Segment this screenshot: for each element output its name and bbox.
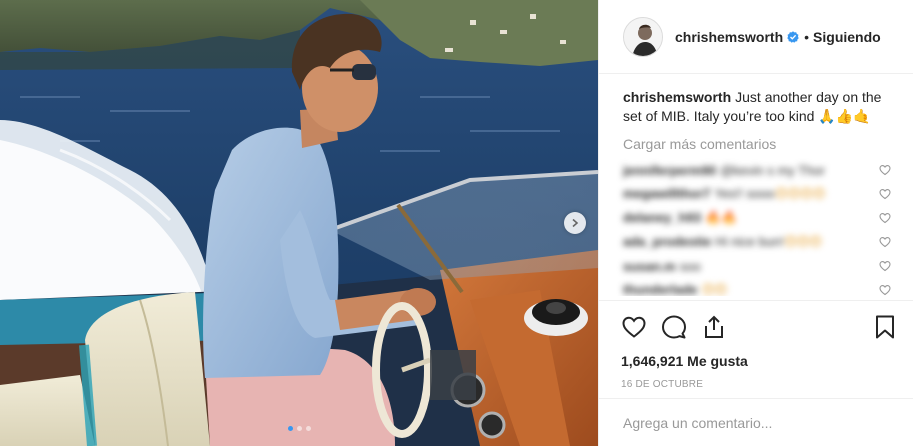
comment-row: delaney_h93 🔥🔥	[623, 206, 897, 230]
comment-text: ada_prodestie Hi nice bun!😍😍😍	[623, 234, 822, 249]
post-actions: 1,646,921 Me gusta 16 DE OCTUBRE	[599, 300, 913, 390]
following-button[interactable]: Siguiendo	[813, 29, 881, 45]
post-caption: chrishemsworth Just another day on the se…	[623, 88, 897, 126]
comment-row: megawillthor7 Yes!! sooo😍😍😍😍	[623, 182, 897, 206]
heart-icon[interactable]	[879, 284, 891, 296]
comment-text: jenniferperm90 @kevin s my Thor	[623, 162, 825, 178]
heart-icon[interactable]	[879, 236, 891, 248]
comment-text: delaney_h93 🔥🔥	[623, 210, 738, 225]
caption-username[interactable]: chrishemsworth	[623, 89, 731, 105]
comment-bubble-icon	[662, 315, 686, 339]
carousel-next-button[interactable]	[564, 212, 586, 234]
comment-row: thunderlade 😍😍	[623, 278, 897, 296]
post-side-panel: chrishemsworth • Siguiendo chrishemswort…	[598, 0, 913, 446]
carousel-dot	[305, 426, 311, 431]
post-header: chrishemsworth • Siguiendo	[599, 0, 913, 74]
comment-list: jenniferperm90 @kevin s my Thor megawillt…	[623, 158, 897, 296]
comment-row: jenniferperm90 @kevin s my Thor	[623, 158, 897, 182]
instagram-post: chrishemsworth • Siguiendo chrishemswort…	[0, 0, 913, 446]
like-button[interactable]	[621, 314, 647, 340]
header-separator: •	[804, 28, 810, 45]
heart-icon[interactable]	[879, 164, 891, 176]
action-icons	[621, 313, 898, 341]
comment-text: megawillthor7 Yes!! sooo😍😍😍😍	[623, 186, 826, 201]
comment-input[interactable]	[623, 414, 898, 431]
carousel-indicator	[0, 426, 598, 431]
boat-photo-image	[0, 0, 598, 446]
bookmark-icon	[876, 315, 894, 339]
carousel-dot	[296, 426, 302, 431]
comment-button[interactable]	[661, 314, 687, 340]
comment-text: susan.m soo	[623, 258, 701, 274]
save-button[interactable]	[872, 314, 898, 340]
comments-section: chrishemsworth Just another day on the se…	[599, 74, 913, 296]
heart-icon[interactable]	[879, 212, 891, 224]
avatar-image	[624, 17, 662, 56]
heart-icon[interactable]	[879, 260, 891, 272]
header-username[interactable]: chrishemsworth	[675, 29, 783, 45]
likes-count[interactable]: 1,646,921 Me gusta	[621, 353, 898, 369]
post-photo[interactable]	[0, 0, 598, 446]
avatar[interactable]	[623, 16, 663, 57]
heart-icon	[622, 316, 646, 338]
heart-icon[interactable]	[879, 188, 891, 200]
add-comment-bar	[599, 398, 913, 446]
share-button[interactable]	[701, 314, 727, 340]
chevron-right-icon	[572, 218, 579, 228]
comment-row: ada_prodestie Hi nice bun!😍😍😍	[623, 230, 897, 254]
verified-badge-icon	[787, 30, 799, 43]
comment-row: susan.m soo	[623, 254, 897, 278]
load-more-comments-link[interactable]: Cargar más comentarios	[623, 136, 897, 152]
carousel-dot	[287, 426, 293, 431]
comment-text: thunderlade 😍😍	[623, 282, 728, 296]
post-date: 16 DE OCTUBRE	[621, 379, 704, 390]
share-upload-icon	[705, 315, 723, 338]
